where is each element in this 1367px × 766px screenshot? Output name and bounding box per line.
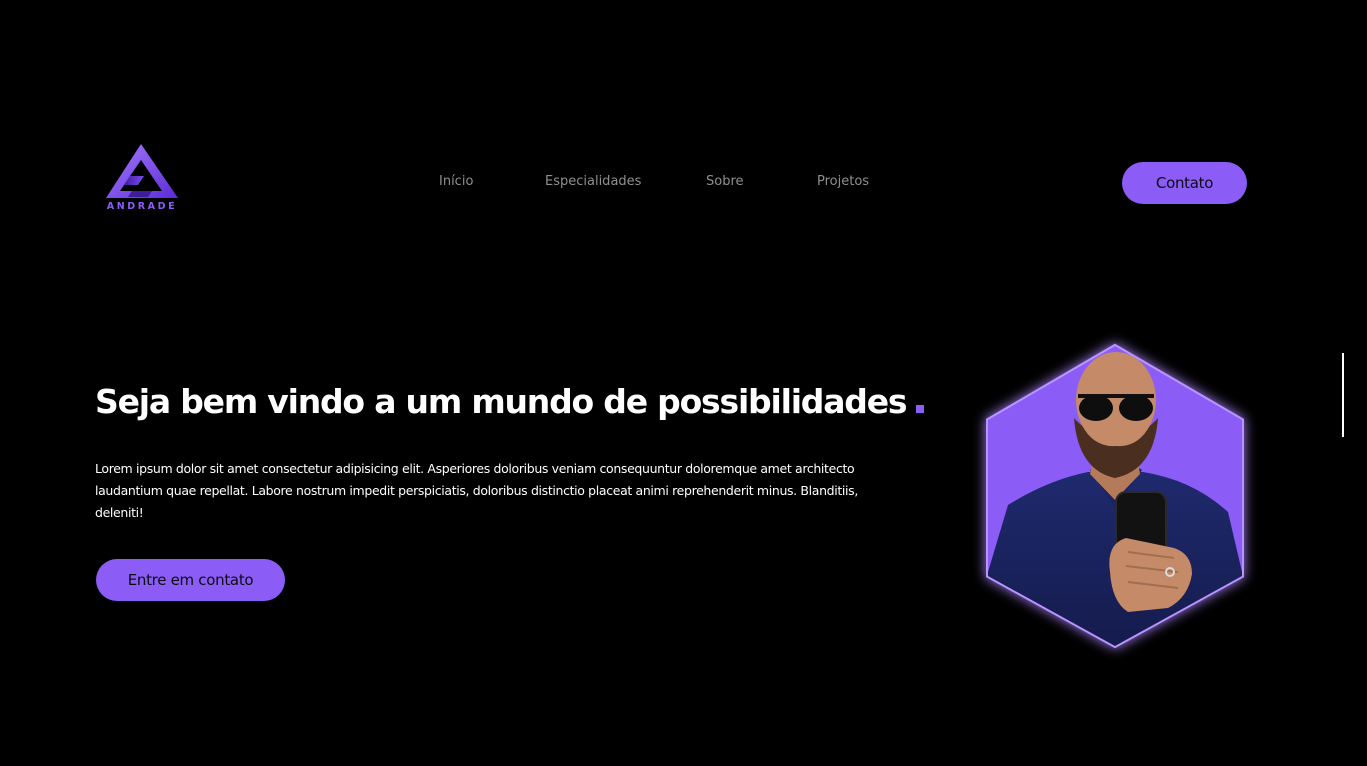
hero-accent-dot [916,405,925,413]
page: ANDRADE Início Especialidades Sobre Proj… [0,0,1367,766]
nav-item-sobre[interactable]: Sobre [706,174,744,189]
contact-button[interactable]: Contato [1122,162,1247,204]
nav-item-especialidades[interactable]: Especialidades [545,174,641,189]
nav-item-projetos[interactable]: Projetos [817,174,869,189]
logo-text: ANDRADE [106,201,178,212]
hero-title: Seja bem vindo a um mundo de possibilida… [95,382,925,421]
nav-item-inicio[interactable]: Início [439,174,473,189]
hero-title-text: Seja bem vindo a um mundo de possibilida… [95,382,908,421]
portrait-photo [986,343,1244,649]
hero-description: Lorem ipsum dolor sit amet consectetur a… [95,461,858,520]
scroll-indicator[interactable] [1342,353,1344,437]
get-in-touch-button[interactable]: Entre em contato [96,559,285,601]
portrait-hexagon [978,340,1253,652]
